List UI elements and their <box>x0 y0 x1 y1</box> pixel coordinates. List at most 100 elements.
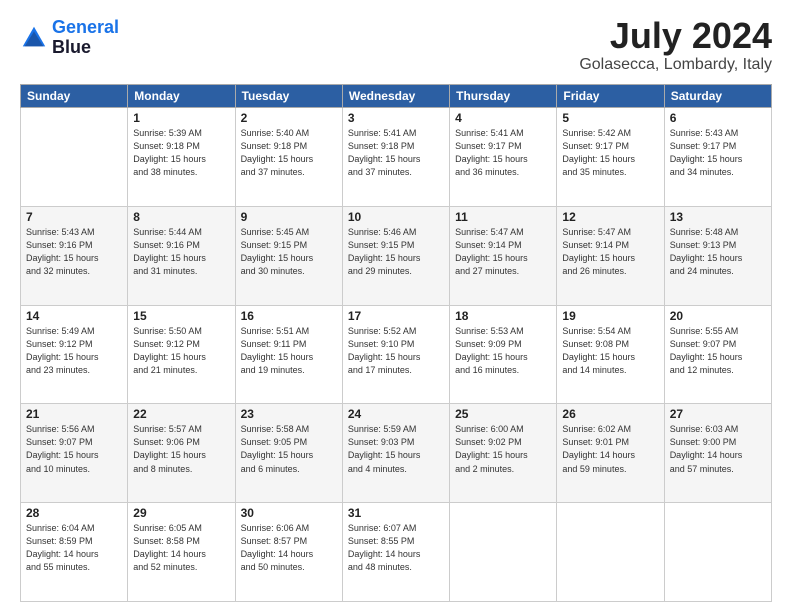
day-info: Sunrise: 6:02 AM Sunset: 9:01 PM Dayligh… <box>562 423 658 475</box>
calendar-day-header: Sunday <box>21 85 128 108</box>
logo: General Blue <box>20 18 119 58</box>
calendar-cell: 31Sunrise: 6:07 AM Sunset: 8:55 PM Dayli… <box>342 503 449 602</box>
day-number: 15 <box>133 309 229 323</box>
calendar-cell: 20 Sunrise: 5:55 AM Sunset: 9:07 PM Dayli… <box>664 305 771 404</box>
calendar-cell: 17Sunrise: 5:52 AM Sunset: 9:10 PM Dayli… <box>342 305 449 404</box>
day-info: Sunrise: 5:47 AM Sunset: 9:14 PM Dayligh… <box>562 226 658 278</box>
calendar-cell: 7Sunrise: 5:43 AM Sunset: 9:16 PM Daylig… <box>21 206 128 305</box>
day-info: Sunrise: 5:57 AM Sunset: 9:06 PM Dayligh… <box>133 423 229 475</box>
day-number: 26 <box>562 407 658 421</box>
day-info: Sunrise: 5:50 AM Sunset: 9:12 PM Dayligh… <box>133 325 229 377</box>
calendar-cell: 29Sunrise: 6:05 AM Sunset: 8:58 PM Dayli… <box>128 503 235 602</box>
day-number: 9 <box>241 210 337 224</box>
calendar-cell: 18 Sunrise: 5:53 AM Sunset: 9:09 PM Dayli… <box>450 305 557 404</box>
calendar-cell: 26 Sunrise: 6:02 AM Sunset: 9:01 PM Dayli… <box>557 404 664 503</box>
day-number: 18 <box>455 309 551 323</box>
calendar-cell: 15 Sunrise: 5:50 AM Sunset: 9:12 PM Dayli… <box>128 305 235 404</box>
day-number: 31 <box>348 506 444 520</box>
calendar-day-header: Wednesday <box>342 85 449 108</box>
day-info: Sunrise: 5:39 AM Sunset: 9:18 PM Dayligh… <box>133 127 229 179</box>
day-number: 19 <box>562 309 658 323</box>
calendar-cell: 12Sunrise: 5:47 AM Sunset: 9:14 PM Dayli… <box>557 206 664 305</box>
month-title: July 2024 <box>579 18 772 54</box>
calendar-week-row: 1 Sunrise: 5:39 AM Sunset: 9:18 PM Daylig… <box>21 108 772 207</box>
logo-icon <box>20 24 48 52</box>
day-number: 11 <box>455 210 551 224</box>
day-info: Sunrise: 6:00 AM Sunset: 9:02 PM Dayligh… <box>455 423 551 475</box>
calendar-cell: 11 Sunrise: 5:47 AM Sunset: 9:14 PM Dayli… <box>450 206 557 305</box>
day-info: Sunrise: 5:53 AM Sunset: 9:09 PM Dayligh… <box>455 325 551 377</box>
day-info: Sunrise: 5:55 AM Sunset: 9:07 PM Dayligh… <box>670 325 766 377</box>
calendar-cell: 24 Sunrise: 5:59 AM Sunset: 9:03 PM Dayli… <box>342 404 449 503</box>
day-number: 1 <box>133 111 229 125</box>
day-info: Sunrise: 6:04 AM Sunset: 8:59 PM Dayligh… <box>26 522 122 574</box>
calendar-cell: 25 Sunrise: 6:00 AM Sunset: 9:02 PM Dayli… <box>450 404 557 503</box>
calendar-table: SundayMondayTuesdayWednesdayThursdayFrid… <box>20 84 772 602</box>
day-info: Sunrise: 5:58 AM Sunset: 9:05 PM Dayligh… <box>241 423 337 475</box>
day-number: 22 <box>133 407 229 421</box>
calendar-cell: 6Sunrise: 5:43 AM Sunset: 9:17 PM Daylig… <box>664 108 771 207</box>
day-info: Sunrise: 5:51 AM Sunset: 9:11 PM Dayligh… <box>241 325 337 377</box>
calendar-week-row: 14 Sunrise: 5:49 AM Sunset: 9:12 PM Dayli… <box>21 305 772 404</box>
day-info: Sunrise: 5:45 AM Sunset: 9:15 PM Dayligh… <box>241 226 337 278</box>
day-info: Sunrise: 5:59 AM Sunset: 9:03 PM Dayligh… <box>348 423 444 475</box>
calendar-cell: 3Sunrise: 5:41 AM Sunset: 9:18 PM Daylig… <box>342 108 449 207</box>
title-block: July 2024 Golasecca, Lombardy, Italy <box>579 18 772 74</box>
day-number: 29 <box>133 506 229 520</box>
day-number: 30 <box>241 506 337 520</box>
calendar-cell: 19 Sunrise: 5:54 AM Sunset: 9:08 PM Dayli… <box>557 305 664 404</box>
day-number: 4 <box>455 111 551 125</box>
calendar-day-header: Saturday <box>664 85 771 108</box>
calendar-week-row: 21Sunrise: 5:56 AM Sunset: 9:07 PM Dayli… <box>21 404 772 503</box>
day-info: Sunrise: 5:40 AM Sunset: 9:18 PM Dayligh… <box>241 127 337 179</box>
day-number: 5 <box>562 111 658 125</box>
day-number: 25 <box>455 407 551 421</box>
day-number: 27 <box>670 407 766 421</box>
day-info: Sunrise: 5:48 AM Sunset: 9:13 PM Dayligh… <box>670 226 766 278</box>
calendar-cell: 10 Sunrise: 5:46 AM Sunset: 9:15 PM Dayli… <box>342 206 449 305</box>
day-number: 10 <box>348 210 444 224</box>
calendar-day-header: Friday <box>557 85 664 108</box>
location-title: Golasecca, Lombardy, Italy <box>579 56 772 74</box>
day-number: 23 <box>241 407 337 421</box>
calendar-week-row: 7Sunrise: 5:43 AM Sunset: 9:16 PM Daylig… <box>21 206 772 305</box>
calendar-cell <box>557 503 664 602</box>
calendar-cell: 27 Sunrise: 6:03 AM Sunset: 9:00 PM Dayli… <box>664 404 771 503</box>
day-number: 24 <box>348 407 444 421</box>
day-info: Sunrise: 5:41 AM Sunset: 9:17 PM Dayligh… <box>455 127 551 179</box>
calendar-cell: 14 Sunrise: 5:49 AM Sunset: 9:12 PM Dayli… <box>21 305 128 404</box>
calendar-day-header: Monday <box>128 85 235 108</box>
day-number: 7 <box>26 210 122 224</box>
calendar-day-header: Thursday <box>450 85 557 108</box>
day-number: 16 <box>241 309 337 323</box>
day-number: 21 <box>26 407 122 421</box>
day-number: 20 <box>670 309 766 323</box>
calendar-cell: 2 Sunrise: 5:40 AM Sunset: 9:18 PM Daylig… <box>235 108 342 207</box>
calendar-cell: 5 Sunrise: 5:42 AM Sunset: 9:17 PM Daylig… <box>557 108 664 207</box>
day-number: 8 <box>133 210 229 224</box>
day-number: 13 <box>670 210 766 224</box>
header: General Blue July 2024 Golasecca, Lombar… <box>20 18 772 74</box>
calendar-cell: 23 Sunrise: 5:58 AM Sunset: 9:05 PM Dayli… <box>235 404 342 503</box>
calendar-cell: 30Sunrise: 6:06 AM Sunset: 8:57 PM Dayli… <box>235 503 342 602</box>
calendar-cell: 16 Sunrise: 5:51 AM Sunset: 9:11 PM Dayli… <box>235 305 342 404</box>
calendar-cell: 13 Sunrise: 5:48 AM Sunset: 9:13 PM Dayli… <box>664 206 771 305</box>
calendar-cell: 28Sunrise: 6:04 AM Sunset: 8:59 PM Dayli… <box>21 503 128 602</box>
calendar-cell <box>664 503 771 602</box>
day-info: Sunrise: 5:46 AM Sunset: 9:15 PM Dayligh… <box>348 226 444 278</box>
calendar-cell: 9 Sunrise: 5:45 AM Sunset: 9:15 PM Daylig… <box>235 206 342 305</box>
day-info: Sunrise: 5:42 AM Sunset: 9:17 PM Dayligh… <box>562 127 658 179</box>
day-info: Sunrise: 5:47 AM Sunset: 9:14 PM Dayligh… <box>455 226 551 278</box>
day-info: Sunrise: 5:54 AM Sunset: 9:08 PM Dayligh… <box>562 325 658 377</box>
calendar-cell <box>21 108 128 207</box>
day-number: 2 <box>241 111 337 125</box>
day-info: Sunrise: 5:49 AM Sunset: 9:12 PM Dayligh… <box>26 325 122 377</box>
calendar-cell <box>450 503 557 602</box>
day-number: 14 <box>26 309 122 323</box>
day-number: 17 <box>348 309 444 323</box>
calendar-week-row: 28Sunrise: 6:04 AM Sunset: 8:59 PM Dayli… <box>21 503 772 602</box>
day-info: Sunrise: 5:44 AM Sunset: 9:16 PM Dayligh… <box>133 226 229 278</box>
day-info: Sunrise: 6:03 AM Sunset: 9:00 PM Dayligh… <box>670 423 766 475</box>
calendar-header-row: SundayMondayTuesdayWednesdayThursdayFrid… <box>21 85 772 108</box>
calendar-body: 1 Sunrise: 5:39 AM Sunset: 9:18 PM Daylig… <box>21 108 772 602</box>
